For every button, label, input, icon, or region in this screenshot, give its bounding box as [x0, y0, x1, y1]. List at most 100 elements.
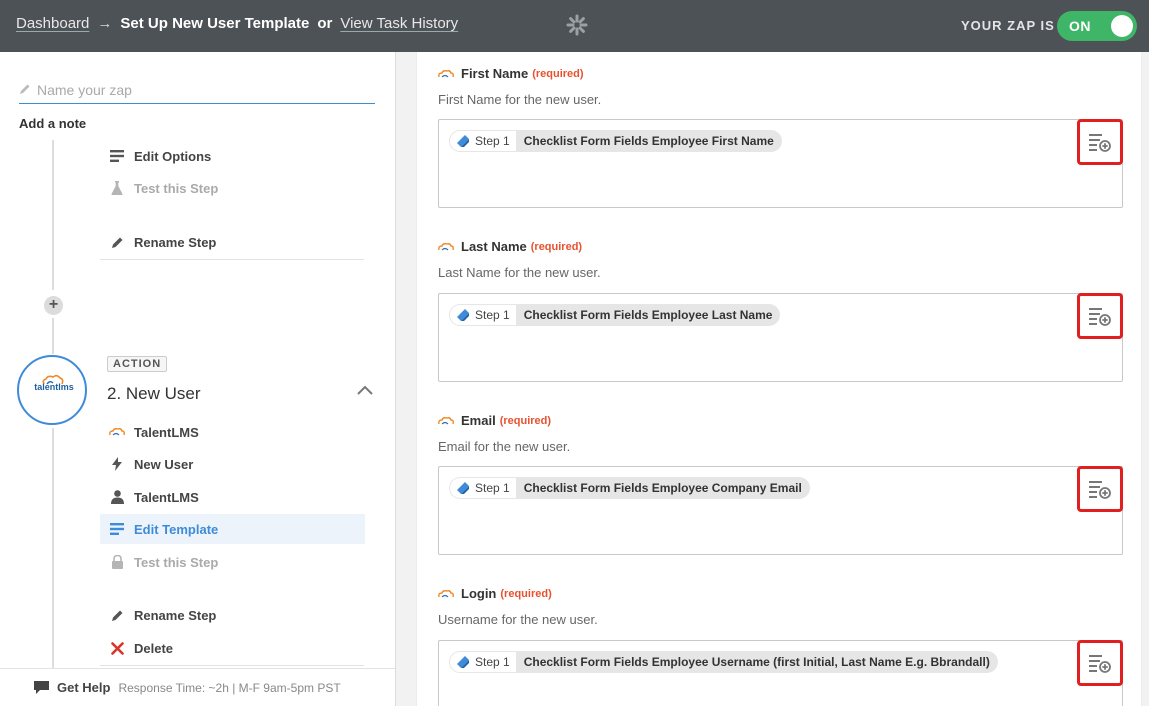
app-logo-text: talentlms	[34, 382, 74, 392]
pencil-icon	[20, 84, 30, 94]
insert-field-button[interactable]	[1077, 640, 1123, 686]
menu-item-rename-step[interactable]: Rename Step	[100, 227, 365, 257]
scrollbar[interactable]	[1142, 52, 1149, 706]
menu-item-test-step[interactable]: Test this Step	[100, 547, 365, 577]
menu-item-rename-step[interactable]: Rename Step	[100, 600, 365, 630]
bolt-icon	[112, 457, 122, 471]
talentlms-icon	[438, 416, 454, 424]
required-tag: (required)	[530, 240, 583, 253]
timeline-line	[52, 428, 54, 668]
zap-status-label: YOUR ZAP IS	[961, 18, 1055, 33]
add-note-link[interactable]: Add a note	[19, 116, 86, 131]
menu-item-app[interactable]: TalentLMS	[100, 417, 365, 447]
add-step-button[interactable]: +	[44, 296, 63, 315]
task-history-link[interactable]: View Task History	[340, 15, 458, 32]
insert-data-icon	[1089, 308, 1111, 326]
loading-spinner-icon	[566, 14, 588, 36]
mapped-value-pill[interactable]: Step 1 Checklist Form Fields Employee Fi…	[449, 130, 782, 152]
left-panel: Name your zap Add a note Edit Options Te…	[0, 52, 396, 706]
insert-data-icon	[1089, 655, 1111, 673]
pill-value: Checklist Form Fields Employee Last Name	[523, 308, 773, 322]
help-bar[interactable]: Get Help Response Time: ~2h | M-F 9am-5p…	[0, 668, 395, 706]
response-time-text: Response Time: ~2h | M-F 9am-5pm PST	[118, 680, 341, 695]
app-circle[interactable]: talentlms	[17, 355, 87, 425]
pill-value: Checklist Form Fields Employee Username …	[523, 655, 990, 669]
talentlms-icon	[438, 589, 454, 597]
talentlms-icon	[438, 69, 454, 77]
menu-item-label: Test this Step	[134, 180, 219, 196]
list-icon	[110, 523, 124, 535]
field-description: Username for the new user.	[438, 612, 598, 627]
step-label: Step 1	[475, 308, 510, 322]
pill-value: Checklist Form Fields Employee First Nam…	[523, 134, 774, 148]
menu-item-label: Delete	[134, 640, 174, 656]
menu-item-edit-options[interactable]: Edit Options	[100, 141, 365, 171]
menu-item-label: TalentLMS	[134, 424, 199, 440]
menu-item-label: Rename Step	[134, 607, 217, 623]
menu-item-account[interactable]: TalentLMS	[100, 482, 365, 512]
breadcrumb-arrow: →	[97, 15, 113, 32]
get-help-link[interactable]: Get Help	[57, 680, 110, 695]
field-name: First Name	[461, 66, 529, 81]
zap-name-placeholder: Name your zap	[37, 82, 132, 98]
menu-item-label: Edit Template	[134, 521, 219, 537]
login-field[interactable]: Step 1 Checklist Form Fields Employee Us…	[438, 640, 1123, 706]
insert-field-button[interactable]	[1077, 119, 1123, 165]
menu-item-label: New User	[134, 456, 194, 472]
timeline-line	[52, 318, 54, 354]
list-icon	[110, 150, 124, 162]
required-tag: (required)	[532, 67, 584, 80]
insert-field-button[interactable]	[1077, 466, 1123, 512]
field-description: Last Name for the new user.	[438, 265, 601, 280]
page-title: Set Up New User Template	[120, 15, 310, 32]
talentlms-icon	[109, 428, 125, 436]
pencil-icon	[111, 610, 122, 621]
field-name: Email	[461, 413, 496, 428]
x-icon	[110, 641, 124, 655]
email-field[interactable]: Step 1 Checklist Form Fields Employee Co…	[438, 466, 1123, 555]
app-step-icon	[457, 309, 469, 321]
lock-icon	[111, 555, 123, 569]
dashboard-link[interactable]: Dashboard	[16, 15, 89, 32]
flask-icon	[111, 181, 123, 195]
or-text: or	[317, 15, 333, 32]
field-description: Email for the new user.	[438, 439, 571, 454]
user-icon	[110, 490, 124, 504]
menu-item-delete[interactable]: Delete	[100, 633, 365, 663]
divider	[100, 665, 364, 666]
step-label: Step 1	[475, 481, 510, 495]
pencil-icon	[111, 237, 122, 248]
breadcrumb: Dashboard → Set Up New User Template or …	[16, 15, 458, 32]
menu-item-label: Rename Step	[134, 234, 217, 250]
field-label: Last Name (required)	[438, 239, 582, 254]
field-description: First Name for the new user.	[438, 92, 602, 107]
toggle-label: ON	[1069, 18, 1091, 34]
toggle-knob	[1111, 15, 1133, 37]
menu-item-edit-template[interactable]: Edit Template	[100, 514, 365, 544]
insert-data-icon	[1089, 134, 1111, 152]
pill-value: Checklist Form Fields Employee Company E…	[523, 481, 802, 495]
last-name-field[interactable]: Step 1 Checklist Form Fields Employee La…	[438, 293, 1123, 382]
top-bar: Dashboard → Set Up New User Template or …	[0, 0, 1149, 52]
menu-item-test-step[interactable]: Test this Step	[100, 173, 365, 203]
app-step-icon	[457, 135, 469, 147]
mapped-value-pill[interactable]: Step 1 Checklist Form Fields Employee Us…	[449, 651, 998, 673]
required-tag: (required)	[499, 414, 552, 427]
zap-name-input[interactable]: Name your zap	[19, 79, 375, 104]
action-badge: ACTION	[107, 356, 168, 372]
field-label: Email (required)	[438, 413, 551, 428]
menu-item-trigger[interactable]: New User	[100, 449, 365, 479]
first-name-field[interactable]: Step 1 Checklist Form Fields Employee Fi…	[438, 119, 1123, 208]
zap-toggle[interactable]: ON	[1057, 11, 1137, 41]
menu-item-label: Edit Options	[134, 148, 212, 164]
insert-field-button[interactable]	[1077, 293, 1123, 339]
app-step-icon	[457, 656, 469, 668]
chevron-up-icon[interactable]	[357, 385, 373, 395]
mapped-value-pill[interactable]: Step 1 Checklist Form Fields Employee Co…	[449, 477, 810, 499]
field-name: Last Name	[461, 239, 527, 254]
mapped-value-pill[interactable]: Step 1 Checklist Form Fields Employee La…	[449, 304, 781, 326]
talentlms-icon	[438, 242, 454, 250]
menu-item-label: Test this Step	[134, 554, 219, 570]
app-step-icon	[457, 482, 469, 494]
insert-data-icon	[1089, 481, 1111, 499]
